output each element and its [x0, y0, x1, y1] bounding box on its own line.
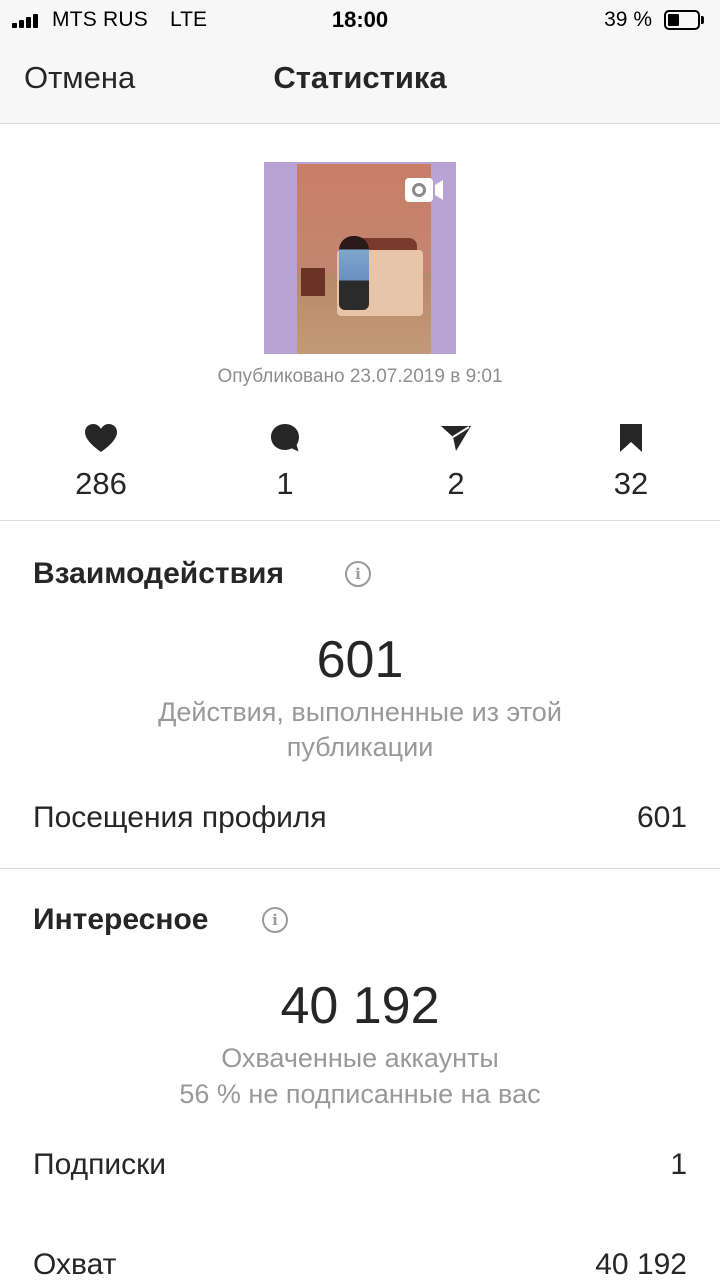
follows-value: 1	[670, 1148, 687, 1181]
section-divider	[0, 520, 720, 521]
interactions-caption: Действия, выполненные из этой публикации	[158, 697, 562, 762]
interactions-info-icon[interactable]: i	[345, 561, 371, 587]
profile-visits-value: 601	[636, 801, 687, 834]
published-date: Опубликовано 23.07.2019 в 9:01	[217, 366, 503, 387]
reach-label: Охват	[33, 1248, 117, 1281]
reach-value: 40 192	[595, 1248, 687, 1281]
battery-percent: 39 %	[604, 8, 652, 31]
follows-label: Подписки	[33, 1148, 166, 1181]
comments-metric: 1	[215, 420, 355, 502]
interactions-title: Взаимодействия	[33, 557, 284, 590]
shares-metric: 2	[386, 420, 526, 502]
reach-caption: Охваченные аккаунты	[221, 1043, 499, 1073]
bookmark-icon	[620, 424, 642, 452]
post-thumbnail[interactable]	[264, 162, 456, 354]
saves-count: 32	[613, 466, 649, 501]
video-icon	[405, 178, 443, 202]
comment-icon	[271, 424, 299, 452]
discovery-info-icon[interactable]: i	[262, 907, 288, 933]
navigation-bar: Отмена Статистика	[0, 40, 720, 124]
saves-metric: 32	[561, 420, 701, 502]
shares-count: 2	[447, 466, 465, 501]
battery-icon	[664, 10, 704, 30]
interactions-total: 601	[316, 631, 404, 689]
likes-count: 286	[75, 466, 127, 501]
send-icon	[441, 426, 471, 451]
status-bar: MTS RUS LTE 18:00 39 %	[0, 0, 720, 40]
likes-metric: 286	[31, 420, 171, 502]
non-followers-caption: 56 % не подписанные на вас	[179, 1079, 541, 1109]
comments-count: 1	[276, 466, 294, 501]
profile-visits-label: Посещения профиля	[33, 801, 327, 834]
cancel-button[interactable]: Отмена	[24, 60, 135, 96]
section-divider	[0, 868, 720, 869]
discovery-total: 40 192	[280, 977, 440, 1035]
heart-icon	[85, 424, 117, 452]
discovery-title: Интересное	[33, 903, 209, 936]
